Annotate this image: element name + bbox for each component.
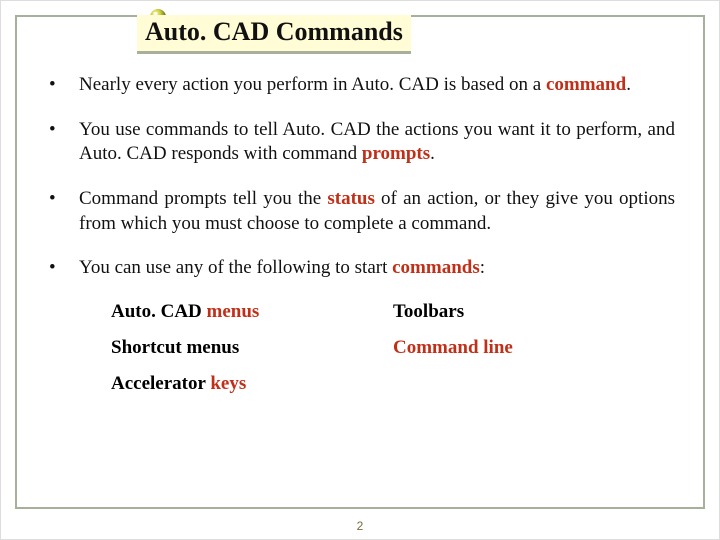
slide-title: Auto. CAD Commands (137, 15, 411, 54)
text-run: Command prompts tell you the (79, 188, 327, 209)
slide-frame: Auto. CAD Commands • Nearly every action… (15, 15, 705, 509)
sub-list: Auto. CAD menus Toolbars Shortcut menus … (111, 301, 675, 395)
content-area: • Nearly every action you perform in Aut… (45, 73, 675, 497)
text-run: Auto. CAD (111, 301, 207, 322)
text-run: : (480, 257, 485, 278)
text-run: Accelerator (111, 373, 210, 394)
sub-item: Shortcut menus (111, 337, 393, 359)
sub-row: Auto. CAD menus Toolbars (111, 301, 675, 323)
text-run: . (626, 74, 631, 95)
bullet-item: • You use commands to tell Auto. CAD the… (45, 118, 675, 167)
page-number: 2 (1, 519, 719, 533)
bullet-item: • You can use any of the following to st… (45, 256, 675, 281)
text-run: You can use any of the following to star… (79, 257, 392, 278)
bullet-marker: • (45, 187, 79, 212)
sub-row: Accelerator keys (111, 373, 675, 395)
text-emphasis: menus (207, 301, 260, 322)
sub-item (393, 373, 675, 395)
text-run: Toolbars (393, 301, 464, 322)
sub-item: Accelerator keys (111, 373, 393, 395)
text-emphasis: keys (210, 373, 246, 394)
bullet-text: You use commands to tell Auto. CAD the a… (79, 118, 675, 167)
bullet-text: You can use any of the following to star… (79, 256, 675, 281)
bullet-item: • Command prompts tell you the status of… (45, 187, 675, 236)
sub-item: Auto. CAD menus (111, 301, 393, 323)
text-emphasis: status (327, 188, 375, 209)
bullet-marker: • (45, 256, 79, 281)
title-wrap: Auto. CAD Commands (137, 15, 483, 54)
bullet-text: Command prompts tell you the status of a… (79, 187, 675, 236)
text-emphasis: commands (392, 257, 480, 278)
sub-row: Shortcut menus Command line (111, 337, 675, 359)
text-emphasis: prompts (362, 143, 430, 164)
bullet-item: • Nearly every action you perform in Aut… (45, 73, 675, 98)
text-run: . (430, 143, 435, 164)
bullet-marker: • (45, 118, 79, 143)
sub-item: Command line (393, 337, 675, 359)
sub-item: Toolbars (393, 301, 675, 323)
text-run: Shortcut menus (111, 337, 239, 358)
bullet-text: Nearly every action you perform in Auto.… (79, 73, 675, 98)
text-emphasis: command (546, 74, 626, 95)
text-run: Nearly every action you perform in Auto.… (79, 74, 546, 95)
slide: Auto. CAD Commands • Nearly every action… (0, 0, 720, 540)
bullet-marker: • (45, 73, 79, 98)
text-emphasis: Command line (393, 337, 513, 358)
